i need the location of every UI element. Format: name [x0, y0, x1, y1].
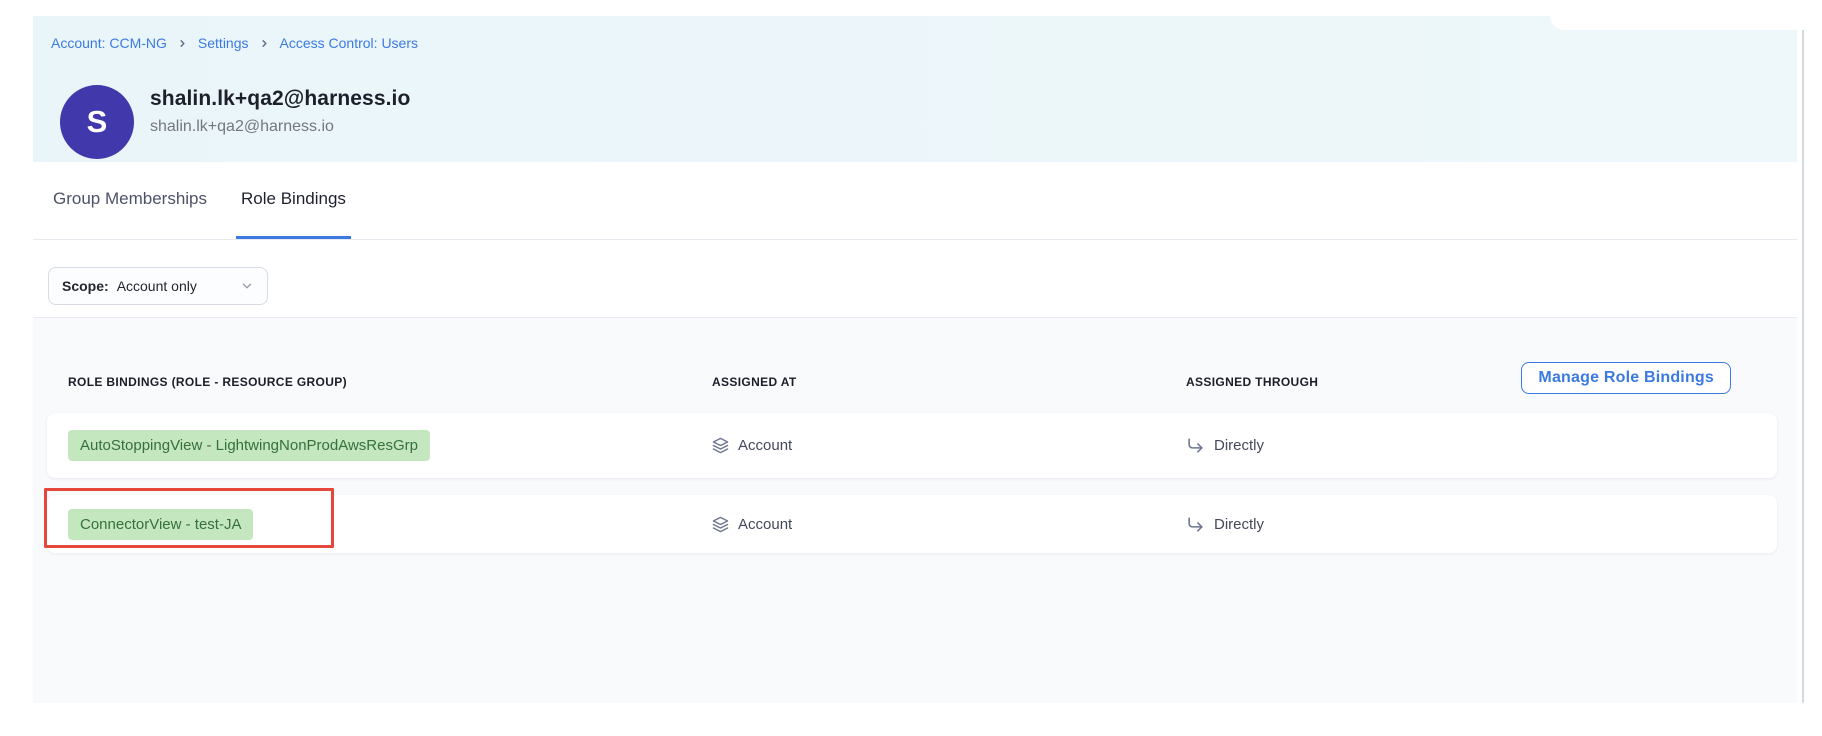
- chevron-down-icon: [240, 279, 254, 293]
- column-header-role-bindings: ROLE BINDINGS (ROLE - RESOURCE GROUP): [68, 375, 347, 389]
- avatar: S: [60, 85, 134, 159]
- corner-down-right-arrow-icon: [1186, 436, 1205, 455]
- breadcrumb-access-control-link[interactable]: Access Control: Users: [280, 35, 418, 51]
- column-header-assigned-at: ASSIGNED AT: [712, 375, 797, 389]
- filter-bar: Scope: Account only: [33, 240, 1797, 317]
- scope-dropdown[interactable]: Scope: Account only: [48, 267, 268, 305]
- assigned-at-value: Account: [738, 516, 792, 533]
- manage-role-bindings-button[interactable]: Manage Role Bindings: [1521, 362, 1731, 394]
- assigned-through-value: Directly: [1214, 437, 1264, 454]
- avatar-initial: S: [87, 104, 108, 140]
- table-row: AutoStoppingView - LightwingNonProdAwsRe…: [47, 413, 1777, 478]
- tab-role-bindings[interactable]: Role Bindings: [236, 162, 351, 239]
- page-title: shalin.lk+qa2@harness.io: [150, 87, 410, 111]
- layers-icon: [712, 437, 729, 454]
- breadcrumb-settings-link[interactable]: Settings: [198, 35, 249, 51]
- layers-icon: [712, 516, 729, 533]
- tab-bar: Group Memberships Role Bindings: [33, 162, 1797, 240]
- corner-down-right-arrow-icon: [1186, 515, 1205, 534]
- assigned-through-cell: Directly: [1186, 413, 1264, 478]
- user-header: Account: CCM-NG Settings Access Control:…: [33, 16, 1797, 162]
- assigned-through-value: Directly: [1214, 516, 1264, 533]
- scope-dropdown-label: Scope:: [62, 278, 109, 294]
- scope-dropdown-value: Account only: [117, 278, 197, 294]
- user-email: shalin.lk+qa2@harness.io: [150, 118, 334, 136]
- breadcrumb: Account: CCM-NG Settings Access Control:…: [51, 35, 418, 51]
- tab-label: Group Memberships: [53, 189, 207, 209]
- assigned-at-cell: Account: [712, 413, 792, 478]
- column-header-assigned-through: ASSIGNED THROUGH: [1186, 375, 1318, 389]
- breadcrumb-account-link[interactable]: Account: CCM-NG: [51, 35, 167, 51]
- role-binding-badge: AutoStoppingView - LightwingNonProdAwsRe…: [68, 430, 430, 461]
- assigned-at-cell: Account: [712, 495, 792, 553]
- role-binding-cell: AutoStoppingView - LightwingNonProdAwsRe…: [68, 413, 430, 478]
- assigned-at-value: Account: [738, 437, 792, 454]
- top-right-overlay-card: [1550, 0, 1804, 30]
- user-detail-panel: Account: CCM-NG Settings Access Control:…: [33, 16, 1797, 703]
- tab-label: Role Bindings: [241, 189, 346, 209]
- tab-group-memberships[interactable]: Group Memberships: [48, 162, 212, 239]
- assigned-through-cell: Directly: [1186, 495, 1264, 553]
- panel-right-edge: [1802, 16, 1804, 703]
- role-bindings-table: ROLE BINDINGS (ROLE - RESOURCE GROUP) AS…: [33, 317, 1797, 703]
- breadcrumb-chevron-icon: [177, 38, 188, 49]
- breadcrumb-chevron-icon: [259, 38, 270, 49]
- highlight-rectangle: [44, 488, 334, 548]
